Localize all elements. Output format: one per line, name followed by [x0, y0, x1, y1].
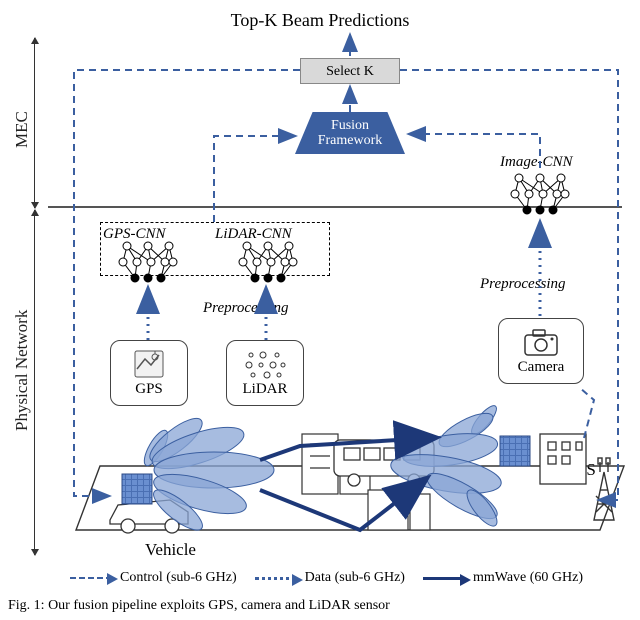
axis-arrow-mec — [34, 38, 35, 208]
lidar-sensor-label: LiDAR — [243, 381, 288, 398]
axis-label-mec: MEC — [12, 80, 32, 180]
scene-illustration — [0, 0, 640, 620]
legend-mmwave-label: mmWave (60 GHz) — [473, 570, 583, 586]
gps-sensor-label: GPS — [135, 381, 163, 398]
axis-arrow-physical — [34, 210, 35, 555]
select-k-block: Select K — [300, 58, 400, 84]
preprocessing-label-lidar: Preprocessing — [203, 300, 289, 317]
camera-sensor-label: Camera — [518, 359, 565, 376]
gps-sensor: GPS — [110, 340, 188, 406]
bs-label: BS — [575, 460, 596, 480]
image-cnn-label: Image-CNN — [500, 154, 573, 171]
preprocessing-label-camera: Preprocessing — [480, 276, 566, 293]
legend-mmwave: mmWave (60 GHz) — [423, 570, 583, 586]
lidar-icon — [243, 349, 287, 379]
camera-sensor: Camera — [498, 318, 584, 384]
axis-label-physical: Physical Network — [12, 300, 32, 440]
legend-control-line-icon — [70, 577, 112, 579]
page-title: Top-K Beam Predictions — [0, 10, 640, 31]
legend-mmwave-line-icon — [423, 577, 465, 580]
fusion-line1: Fusion — [331, 118, 369, 133]
camera-icon — [521, 327, 561, 357]
lidar-sensor: LiDAR — [226, 340, 304, 406]
legend-control-label: Control (sub-6 GHz) — [120, 570, 237, 586]
image-cnn-icon — [509, 170, 571, 218]
legend-data-line-icon — [255, 577, 297, 580]
legend-data-label: Data (sub-6 GHz) — [305, 570, 405, 586]
legend: Control (sub-6 GHz) Data (sub-6 GHz) mmW… — [70, 570, 630, 586]
gps-icon — [133, 349, 165, 379]
gps-cnn-icon — [117, 238, 179, 286]
fusion-framework-block: Fusion Framework — [295, 112, 405, 154]
lidar-cnn-icon — [237, 238, 299, 286]
fusion-line2: Framework — [318, 133, 383, 148]
figure-caption: Fig. 1: Our fusion pipeline exploits GPS… — [8, 598, 632, 614]
vehicle-label: Vehicle — [145, 540, 196, 560]
legend-control: Control (sub-6 GHz) — [70, 570, 237, 586]
legend-data: Data (sub-6 GHz) — [255, 570, 405, 586]
